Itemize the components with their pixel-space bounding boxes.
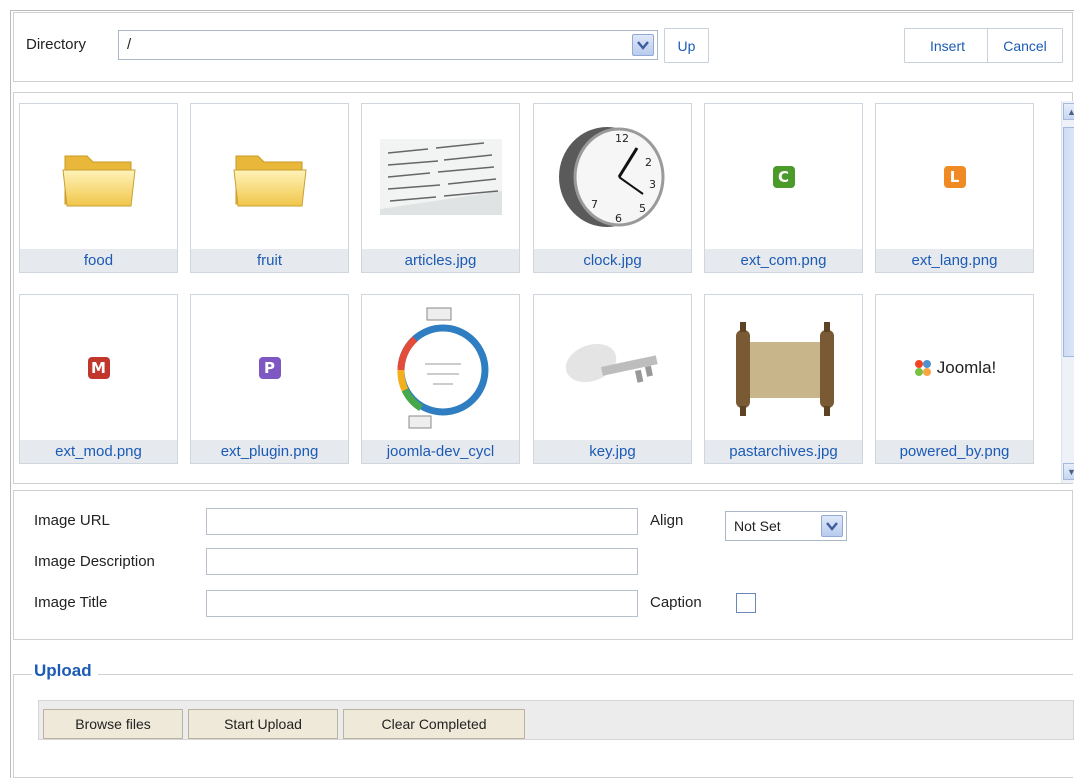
file-thumbnail[interactable] [705, 295, 862, 440]
upload-legend: Upload [32, 661, 98, 681]
image-description-field[interactable] [206, 548, 638, 575]
articles-photo-icon [379, 138, 502, 215]
file-item[interactable]: 12 2 3 5 6 7 clock.jpg [533, 103, 692, 273]
file-item[interactable]: Lext_lang.png [875, 103, 1034, 273]
file-thumbnail[interactable] [362, 295, 519, 440]
scroll-down-arrow-icon[interactable]: ▼ [1063, 463, 1074, 480]
image-title-field[interactable] [206, 590, 638, 617]
file-caption[interactable]: joomla-dev_cycl [362, 440, 519, 463]
svg-text:5: 5 [639, 202, 646, 215]
file-caption[interactable]: articles.jpg [362, 249, 519, 272]
file-thumbnail[interactable]: C [705, 104, 862, 249]
svg-text:3: 3 [649, 178, 656, 191]
chevron-down-icon[interactable] [821, 515, 843, 537]
svg-text:12: 12 [615, 132, 629, 145]
caption-checkbox[interactable] [736, 593, 756, 613]
key-photo-icon [565, 343, 658, 383]
directory-label: Directory [26, 36, 87, 53]
file-caption[interactable]: ext_mod.png [20, 440, 177, 463]
file-item[interactable]: Mext_mod.png [19, 294, 178, 464]
file-caption[interactable]: ext_lang.png [876, 249, 1033, 272]
file-caption[interactable]: ext_plugin.png [191, 440, 348, 463]
cancel-button[interactable]: Cancel [987, 28, 1063, 63]
file-thumbnail[interactable] [534, 295, 691, 440]
insert-button[interactable]: Insert [904, 28, 991, 63]
directory-select[interactable]: / [118, 30, 658, 60]
file-thumbnail[interactable]: 12 2 3 5 6 7 [534, 104, 691, 249]
image-url-label: Image URL [34, 512, 110, 529]
file-item[interactable]: fruit [190, 103, 349, 273]
image-url-field[interactable] [206, 508, 638, 535]
file-caption[interactable]: ext_com.png [705, 249, 862, 272]
browse-files-button[interactable]: Browse files [43, 709, 183, 739]
file-thumbnail[interactable] [362, 104, 519, 249]
badge-c-icon: C [772, 165, 795, 188]
badge-m-icon: M [87, 356, 110, 379]
joomla-logo-icon: Joomla! [913, 358, 996, 378]
file-caption[interactable]: powered_by.png [876, 440, 1033, 463]
grid-scrollbar[interactable]: ▲ ▼ [1061, 101, 1074, 483]
caption-label: Caption [650, 594, 702, 611]
file-item[interactable]: articles.jpg [361, 103, 520, 273]
start-upload-button[interactable]: Start Upload [188, 709, 338, 739]
align-select-value: Not Set [734, 518, 781, 534]
directory-select-value: / [127, 36, 132, 53]
file-item[interactable]: Joomla! powered_by.png [875, 294, 1034, 464]
dev-cycle-diagram-icon [396, 307, 488, 428]
svg-text:7: 7 [591, 198, 598, 211]
file-thumbnail[interactable]: P [191, 295, 348, 440]
folder-icon [61, 155, 136, 206]
image-description-label: Image Description [34, 553, 155, 570]
file-item[interactable]: food [19, 103, 178, 273]
svg-text:2: 2 [645, 156, 652, 169]
badge-l-icon: L [943, 165, 966, 188]
file-item[interactable]: pastarchives.jpg [704, 294, 863, 464]
scroll-photo-icon [735, 321, 834, 416]
folder-icon [232, 155, 307, 206]
file-caption[interactable]: clock.jpg [534, 249, 691, 272]
badge-p-icon: P [258, 356, 281, 379]
file-caption[interactable]: fruit [191, 249, 348, 272]
chevron-down-icon[interactable] [632, 34, 654, 56]
file-item[interactable]: Cext_com.png [704, 103, 863, 273]
align-select[interactable]: Not Set [725, 511, 847, 541]
image-title-label: Image Title [34, 594, 108, 611]
clock-photo-icon: 12 2 3 5 6 7 [558, 126, 664, 227]
file-item[interactable]: joomla-dev_cycl [361, 294, 520, 464]
scroll-up-arrow-icon[interactable]: ▲ [1063, 103, 1074, 120]
file-thumbnail[interactable]: L [876, 104, 1033, 249]
file-caption[interactable]: food [20, 249, 177, 272]
file-item[interactable]: Pext_plugin.png [190, 294, 349, 464]
scrollbar-thumb[interactable] [1063, 127, 1074, 357]
file-caption[interactable]: pastarchives.jpg [705, 440, 862, 463]
file-caption[interactable]: key.jpg [534, 440, 691, 463]
file-thumbnail[interactable]: Joomla! [876, 295, 1033, 440]
up-button[interactable]: Up [664, 28, 709, 63]
file-item[interactable]: key.jpg [533, 294, 692, 464]
file-thumbnail[interactable] [20, 104, 177, 249]
file-thumbnail[interactable]: M [20, 295, 177, 440]
align-label: Align [650, 512, 684, 529]
svg-text:6: 6 [615, 212, 622, 225]
clear-completed-button[interactable]: Clear Completed [343, 709, 525, 739]
file-thumbnail[interactable] [191, 104, 348, 249]
